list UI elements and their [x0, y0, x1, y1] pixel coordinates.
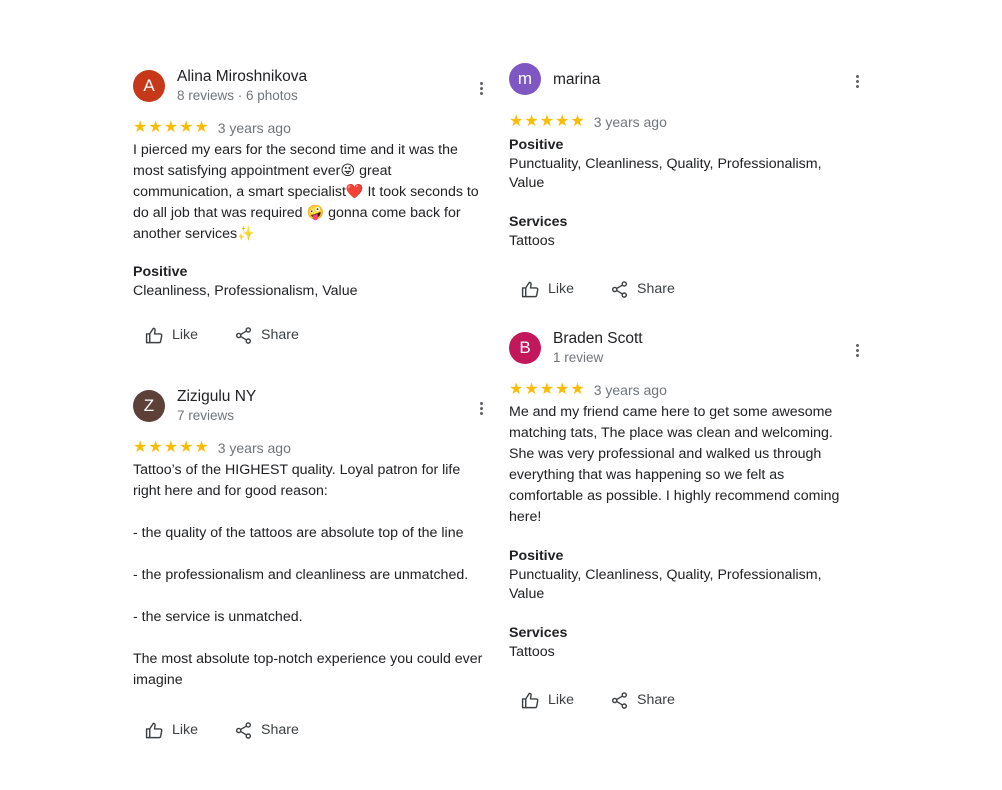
review-actions: Like Share: [509, 685, 864, 715]
like-label: Like: [172, 327, 199, 343]
review-header: B Braden Scott 1 review: [509, 330, 864, 372]
rating-row: ★★★★★ 3 years ago: [509, 380, 864, 400]
review-header: m marina: [509, 63, 864, 103]
review-card: B Braden Scott 1 review ★★★★★ 3 years ag…: [509, 330, 864, 715]
like-button[interactable]: Like: [521, 274, 574, 304]
review-header: A Alina Miroshnikova 8 reviews · 6 photo…: [133, 68, 488, 110]
like-label: Like: [548, 692, 575, 708]
share-label: Share: [637, 281, 675, 297]
like-button[interactable]: Like: [145, 320, 198, 350]
star-rating: ★★★★★: [509, 381, 586, 398]
positive-label: Positive: [133, 264, 188, 280]
review-time: 3 years ago: [593, 382, 667, 398]
review-actions: Like Share: [509, 274, 864, 304]
review-time: 3 years ago: [217, 120, 291, 136]
review-header: Z Zizigulu NY 7 reviews: [133, 388, 488, 430]
services-label: Services: [509, 214, 568, 230]
share-label: Share: [261, 327, 299, 343]
share-label: Share: [261, 722, 299, 738]
like-button[interactable]: Like: [145, 715, 198, 745]
star-rating: ★★★★★: [133, 119, 210, 136]
review-card: A Alina Miroshnikova 8 reviews · 6 photo…: [133, 68, 488, 350]
more-options-icon[interactable]: [850, 342, 864, 358]
thumbs-up-icon: [145, 327, 163, 343]
share-icon: [235, 326, 252, 344]
rating-row: ★★★★★ 3 years ago: [509, 112, 864, 132]
review-time: 3 years ago: [593, 114, 667, 130]
positive-value: Punctuality, Cleanliness, Quality, Profe…: [509, 567, 822, 602]
services-label: Services: [509, 625, 568, 641]
share-icon: [611, 280, 628, 298]
positive-value: Punctuality, Cleanliness, Quality, Profe…: [509, 156, 822, 191]
avatar[interactable]: m: [509, 63, 541, 95]
avatar[interactable]: Z: [133, 390, 165, 422]
reviewer-meta: 8 reviews · 6 photos: [177, 88, 298, 103]
positive-value: Cleanliness, Professionalism, Value: [133, 283, 358, 299]
review-text: I pierced my ears for the second time an…: [133, 142, 479, 242]
share-icon: [235, 721, 252, 739]
share-button[interactable]: Share: [234, 715, 299, 745]
reviewer-name[interactable]: Braden Scott: [553, 330, 643, 348]
thumbs-up-icon: [145, 722, 163, 738]
like-button[interactable]: Like: [521, 685, 574, 715]
thumbs-up-icon: [521, 281, 539, 297]
review-card: Z Zizigulu NY 7 reviews ★★★★★ 3 years ag…: [133, 388, 488, 745]
review-actions: Like Share: [133, 715, 488, 745]
reviewer-meta: 7 reviews: [177, 408, 235, 423]
reviewer-meta: 1 review: [553, 350, 604, 365]
more-options-icon[interactable]: [474, 80, 488, 96]
positive-label: Positive: [509, 137, 564, 153]
reviewer-name[interactable]: marina: [553, 71, 600, 89]
share-button[interactable]: Share: [610, 274, 675, 304]
star-rating: ★★★★★: [509, 113, 586, 130]
star-rating: ★★★★★: [133, 439, 210, 456]
share-label: Share: [637, 692, 675, 708]
review-text: Tattoo’s of the HIGHEST quality. Loyal p…: [133, 462, 483, 688]
share-button[interactable]: Share: [610, 685, 675, 715]
share-icon: [611, 691, 628, 709]
like-label: Like: [548, 281, 575, 297]
more-options-icon[interactable]: [850, 73, 864, 89]
thumbs-up-icon: [521, 692, 539, 708]
review-text: Me and my friend came here to get some a…: [509, 404, 840, 525]
services-value: Tattoos: [509, 233, 555, 249]
avatar[interactable]: B: [509, 332, 541, 364]
more-options-icon[interactable]: [474, 400, 488, 416]
share-button[interactable]: Share: [234, 320, 299, 350]
rating-row: ★★★★★ 3 years ago: [133, 118, 488, 138]
rating-row: ★★★★★ 3 years ago: [133, 438, 488, 458]
like-label: Like: [172, 722, 199, 738]
review-card: m marina ★★★★★ 3 years ago Positive Punc…: [509, 63, 864, 304]
review-actions: Like Share: [133, 320, 488, 350]
avatar[interactable]: A: [133, 70, 165, 102]
reviewer-name[interactable]: Alina Miroshnikova: [177, 68, 307, 86]
reviewer-name[interactable]: Zizigulu NY: [177, 388, 256, 406]
services-value: Tattoos: [509, 644, 555, 660]
positive-label: Positive: [509, 548, 564, 564]
review-time: 3 years ago: [217, 440, 291, 456]
